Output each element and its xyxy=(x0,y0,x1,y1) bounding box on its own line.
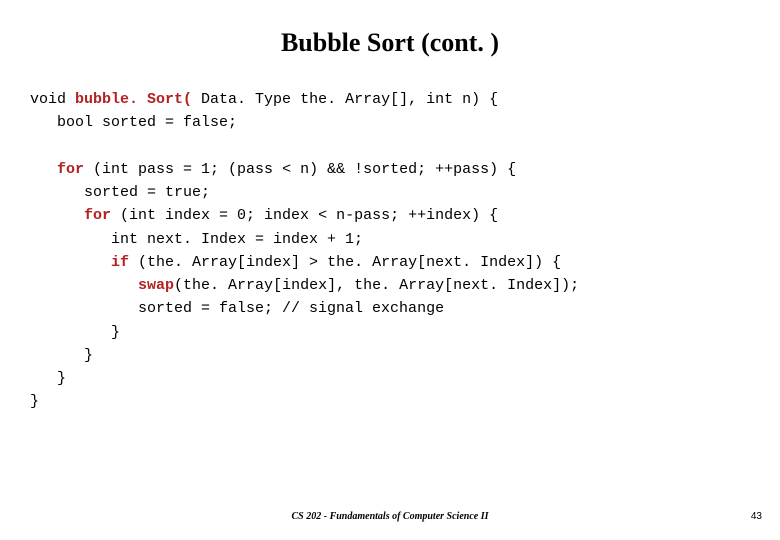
code-line-2: bool sorted = false; xyxy=(30,114,237,131)
code-line-6a xyxy=(30,207,84,224)
code-line-9c: (the. Array[index], the. Array[next. Ind… xyxy=(174,277,579,294)
code-line-1a: void xyxy=(30,91,75,108)
slide-title: Bubble Sort (cont. ) xyxy=(30,28,750,58)
code-block: void bubble. Sort( Data. Type the. Array… xyxy=(30,88,750,414)
code-line-13: } xyxy=(30,370,66,387)
code-line-14: } xyxy=(30,393,39,410)
code-line-12: } xyxy=(30,347,93,364)
code-kw-for-2: for xyxy=(84,207,111,224)
code-line-10: sorted = false; // signal exchange xyxy=(30,300,444,317)
slide-container: Bubble Sort (cont. ) void bubble. Sort( … xyxy=(0,0,780,540)
code-line-11: } xyxy=(30,324,120,341)
code-line-6c: (int index = 0; index < n-pass; ++index)… xyxy=(111,207,498,224)
slide-page-number: 43 xyxy=(751,511,762,522)
code-kw-swap: swap xyxy=(138,277,174,294)
code-line-4a xyxy=(30,161,57,178)
code-line-1c: Data. Type the. Array[], int n) { xyxy=(192,91,498,108)
code-fn-name: bubble. Sort( xyxy=(75,91,192,108)
code-line-9a xyxy=(30,277,138,294)
code-line-7: int next. Index = index + 1; xyxy=(30,231,363,248)
code-line-4c: (int pass = 1; (pass < n) && !sorted; ++… xyxy=(84,161,516,178)
code-line-5: sorted = true; xyxy=(30,184,210,201)
code-line-8a xyxy=(30,254,111,271)
code-line-8c: (the. Array[index] > the. Array[next. In… xyxy=(129,254,561,271)
code-kw-if: if xyxy=(111,254,129,271)
slide-footer: CS 202 - Fundamentals of Computer Scienc… xyxy=(0,511,780,522)
code-kw-for-1: for xyxy=(57,161,84,178)
